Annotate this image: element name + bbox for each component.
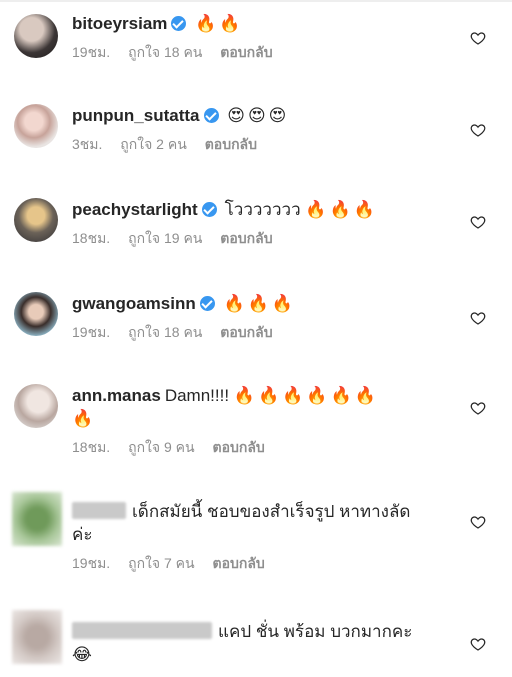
verified-badge-icon — [199, 296, 215, 311]
comment-text: Damn!!!! — [164, 386, 230, 405]
reply-button[interactable]: ตอบกลับ — [220, 324, 272, 340]
avatar[interactable] — [12, 492, 62, 546]
comment-username[interactable]: punpun_sutatta — [72, 106, 200, 125]
avatar[interactable] — [14, 14, 58, 58]
comment-emoji: 🔥🔥🔥 — [305, 200, 378, 219]
comment-likes[interactable]: ถูกใจ 18 คน — [128, 44, 202, 60]
avatar[interactable] — [14, 104, 58, 148]
reply-button[interactable]: ตอบกลับ — [212, 439, 264, 455]
comment-likes[interactable]: ถูกใจ 9 คน — [128, 439, 195, 455]
comment-username[interactable]: peachystarlight — [72, 200, 198, 219]
comment-time: 19ชม. — [72, 324, 111, 340]
comment-time: 19ชม. — [72, 44, 111, 60]
heart-outline-icon[interactable] — [470, 122, 486, 138]
comment-text: 😍😍😍 — [227, 106, 290, 125]
avatar[interactable] — [14, 384, 58, 428]
comment-likes[interactable]: ถูกใจ 18 คน — [128, 324, 202, 340]
username-redacted — [72, 622, 212, 639]
reply-button[interactable]: ตอบกลับ — [205, 136, 257, 152]
avatar[interactable] — [14, 292, 58, 336]
comment-time: 18ชม. — [72, 230, 111, 246]
avatar[interactable] — [14, 198, 58, 242]
heart-outline-icon[interactable] — [470, 214, 486, 230]
comment-likes[interactable]: ถูกใจ 2 คน — [120, 136, 187, 152]
reply-button[interactable]: ตอบกลับ — [220, 230, 272, 246]
comment-text: 🔥🔥🔥 — [223, 294, 296, 313]
comment-username[interactable]: bitoeyrsiam — [72, 14, 167, 33]
comment-time: 18ชม. — [72, 439, 111, 455]
comment-emoji-continued: 🔥 — [72, 409, 97, 428]
heart-outline-icon[interactable] — [470, 636, 486, 652]
comment-text-continued: ค่ะ — [72, 525, 93, 544]
reply-button[interactable]: ตอบกลับ — [220, 44, 272, 60]
comment-text: เด็กสมัยนี้ ชอบของสำเร็จรูป หาทางลัด — [132, 502, 411, 521]
comment-text: โววววววว — [224, 200, 301, 219]
top-divider — [0, 0, 512, 2]
comment-text: 🔥🔥 — [195, 14, 244, 33]
heart-outline-icon[interactable] — [470, 514, 486, 530]
comment-time: 19ชม. — [72, 555, 111, 571]
comment-text: แคป ชั่น พร้อม บวกมากคะ — [218, 622, 413, 641]
heart-outline-icon[interactable] — [470, 400, 486, 416]
heart-outline-icon[interactable] — [470, 30, 486, 46]
username-redacted — [72, 502, 126, 519]
comment-time: 3ชม. — [72, 136, 103, 152]
verified-badge-icon — [171, 16, 187, 31]
verified-badge-icon — [203, 108, 219, 123]
comment-likes[interactable]: ถูกใจ 19 คน — [128, 230, 202, 246]
comment-username[interactable]: ann.manas — [72, 386, 161, 405]
comment-emoji: 🔥🔥🔥🔥🔥🔥 — [233, 386, 379, 405]
heart-outline-icon[interactable] — [470, 310, 486, 326]
avatar[interactable] — [12, 610, 62, 664]
comment-username[interactable]: gwangoamsinn — [72, 294, 196, 313]
reply-button[interactable]: ตอบกลับ — [212, 555, 264, 571]
verified-badge-icon — [201, 202, 217, 217]
comment-likes[interactable]: ถูกใจ 7 คน — [128, 555, 195, 571]
comment-emoji: 😂 — [72, 645, 95, 664]
